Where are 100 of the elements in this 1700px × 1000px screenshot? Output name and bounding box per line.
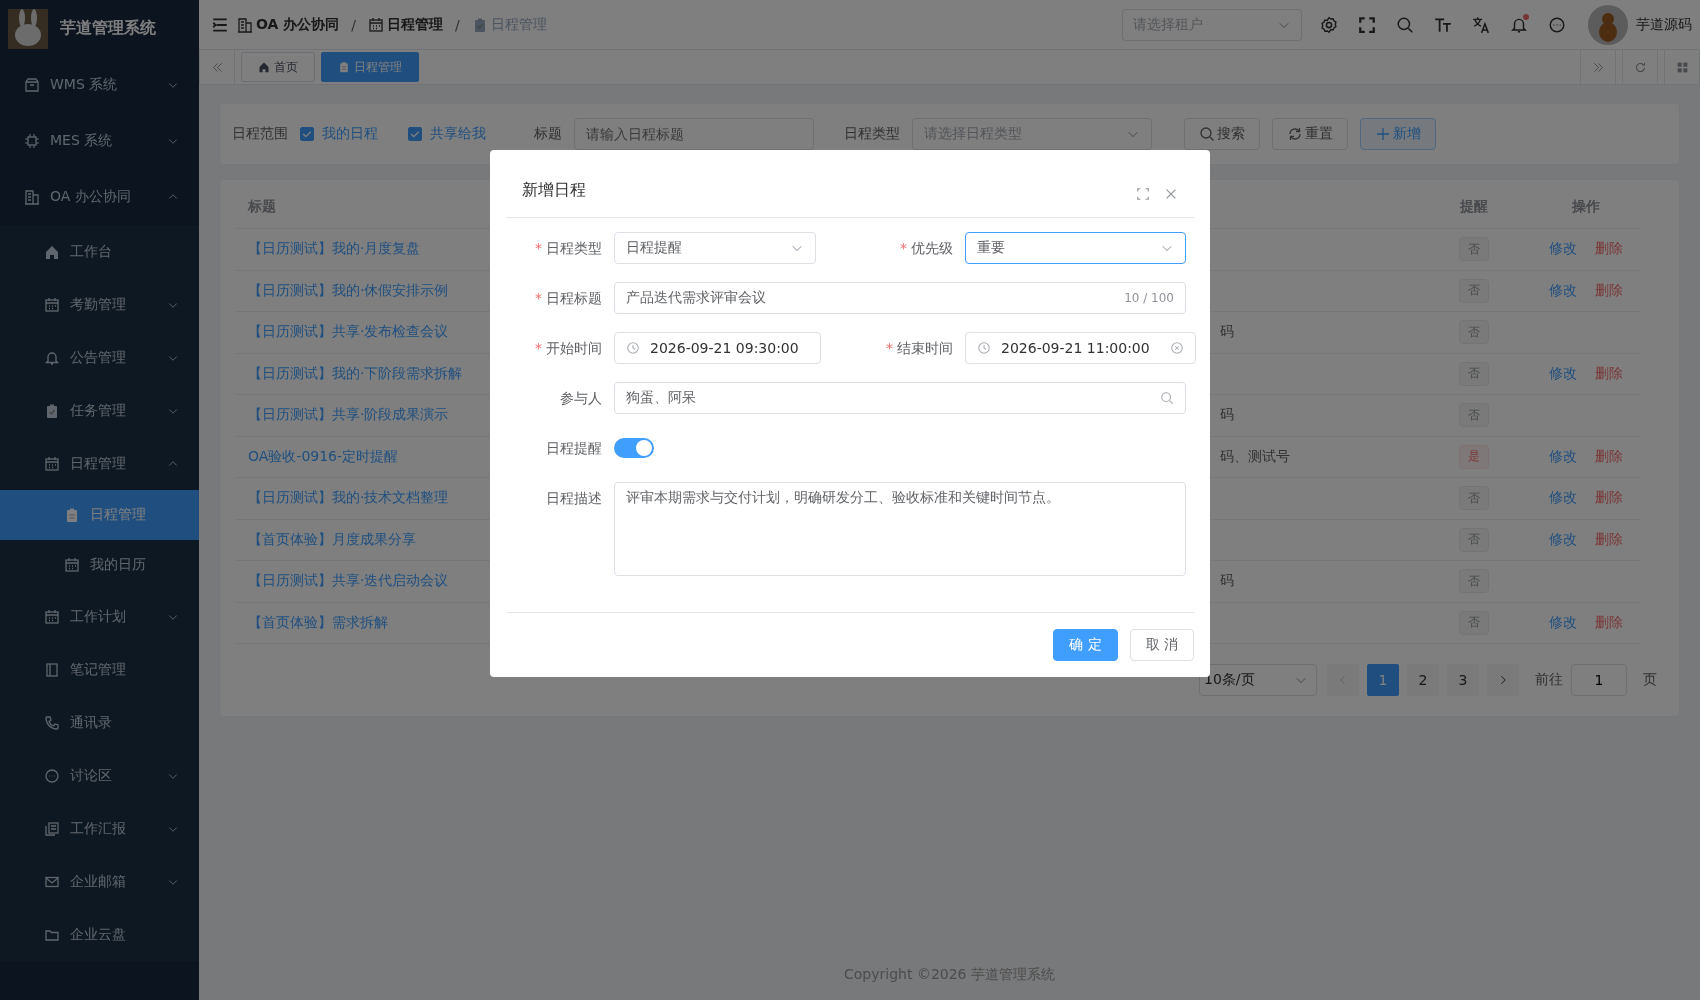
- search-icon: [1160, 391, 1174, 405]
- menu-item[interactable]: 工作台: [0, 225, 199, 278]
- page-input[interactable]: 1: [1571, 664, 1627, 696]
- maximize-button[interactable]: [1136, 187, 1150, 201]
- avatar[interactable]: [1588, 4, 1628, 45]
- datetime-field[interactable]: 2026-09-21 11:00:00: [965, 332, 1196, 364]
- schedule-link[interactable]: 【首页体验】月度成果分享: [248, 530, 416, 549]
- delete-link[interactable]: 删除: [1595, 281, 1623, 300]
- schedule-link[interactable]: 【日历测试】我的·技术文档整理: [248, 489, 449, 508]
- required-mark: *: [886, 339, 893, 358]
- add-button[interactable]: 新增: [1360, 118, 1436, 150]
- toggle-switch[interactable]: [614, 438, 654, 458]
- edit-link[interactable]: 修改: [1549, 281, 1577, 300]
- font-size-icon: [1434, 15, 1452, 34]
- delete-link[interactable]: 删除: [1595, 447, 1623, 466]
- menu-item[interactable]: 企业云盘: [0, 908, 199, 961]
- menu-item[interactable]: 公告管理: [0, 331, 199, 384]
- search-button[interactable]: 搜索: [1184, 118, 1260, 150]
- checkbox[interactable]: [408, 127, 422, 141]
- description-field[interactable]: 评审本期需求与交付计划，明确研发分工、验收标准和关键时间节点。: [614, 482, 1186, 576]
- menu-item[interactable]: 通讯录: [0, 696, 199, 749]
- home-icon: [258, 61, 270, 73]
- tab[interactable]: 首页: [241, 52, 315, 82]
- title-input[interactable]: 请输入日程标题: [574, 118, 814, 150]
- cancel-button[interactable]: 取 消: [1129, 629, 1194, 661]
- table-cell: 码: [1220, 572, 1234, 591]
- menu-item[interactable]: 考勤管理: [0, 278, 199, 331]
- datetime-field[interactable]: 2026-09-21 09:30:00: [614, 332, 821, 364]
- edit-link[interactable]: 修改: [1549, 447, 1577, 466]
- breadcrumb-item[interactable]: 日程管理: [367, 15, 443, 34]
- field-label: 参与人: [560, 389, 602, 408]
- menu-item[interactable]: WMS 系统: [0, 57, 199, 113]
- delete-link[interactable]: 删除: [1595, 364, 1623, 383]
- breadcrumb-item[interactable]: OA 办公协同: [237, 15, 340, 34]
- menu-item[interactable]: 工作汇报: [0, 802, 199, 855]
- schedule-link[interactable]: 【日历测试】我的·休假安排示例: [248, 281, 449, 300]
- field-label: 标题: [534, 125, 562, 143]
- settings-icon: [1320, 15, 1338, 34]
- schedule-link[interactable]: 【日历测试】共享·阶段成果演示: [248, 406, 449, 425]
- delete-link[interactable]: 删除: [1595, 240, 1623, 259]
- user-name[interactable]: 芋道源码: [1636, 15, 1692, 34]
- checkbox-label[interactable]: 我的日程: [322, 125, 378, 143]
- menu-item[interactable]: 笔记管理: [0, 643, 199, 696]
- required-mark: *: [535, 289, 542, 308]
- required-mark: *: [535, 239, 542, 258]
- edit-link[interactable]: 修改: [1549, 530, 1577, 549]
- checkbox-label[interactable]: 共享给我: [430, 125, 486, 143]
- participants-field[interactable]: 狗蛋、阿呆: [614, 382, 1186, 414]
- reset-icon: [1287, 126, 1303, 142]
- breadcrumb-separator: /: [454, 16, 460, 33]
- delete-link[interactable]: 删除: [1595, 489, 1623, 508]
- required-mark: *: [535, 339, 542, 358]
- field-label: 日程类型: [844, 125, 900, 143]
- menu-item[interactable]: 我的日历: [0, 540, 199, 590]
- schedule-link[interactable]: 【日历测试】共享·发布检查会议: [248, 323, 449, 342]
- menu-item[interactable]: MES 系统: [0, 113, 199, 169]
- edit-link[interactable]: 修改: [1549, 489, 1577, 508]
- plus-icon: [1375, 126, 1391, 142]
- schedule-link[interactable]: 【日历测试】我的·月度复盘: [248, 240, 421, 259]
- page-button[interactable]: 2: [1407, 664, 1439, 696]
- confirm-button[interactable]: 确 定: [1053, 629, 1118, 661]
- checkbox[interactable]: [300, 127, 314, 141]
- schedule-link[interactable]: OA验收-0916-定时提醒: [248, 447, 399, 466]
- goto-label: 前往: [1535, 671, 1563, 689]
- delete-link[interactable]: 删除: [1595, 530, 1623, 549]
- field-label: 结束时间: [897, 339, 953, 358]
- grid-icon: [1675, 60, 1689, 74]
- delete-link[interactable]: 删除: [1595, 613, 1623, 632]
- select-field[interactable]: 重要: [965, 232, 1186, 264]
- character-counter: 10 / 100: [1124, 291, 1174, 305]
- breadcrumb-icon: [367, 16, 384, 33]
- menu-item[interactable]: 日程管理: [0, 437, 199, 490]
- refresh-button[interactable]: [1622, 50, 1658, 84]
- field-label: 开始时间: [546, 339, 602, 358]
- menu-item[interactable]: 日程管理: [0, 490, 199, 540]
- clock-icon: [626, 341, 640, 355]
- double-chevron-left-icon: [210, 60, 224, 74]
- logo-icon: [8, 8, 48, 49]
- title-field[interactable]: 产品迭代需求评审会议 10 / 100: [614, 282, 1186, 314]
- select-field[interactable]: 日程提醒: [614, 232, 816, 264]
- menu-item[interactable]: 讨论区: [0, 749, 199, 802]
- breadcrumb-icon: [237, 16, 253, 33]
- tab-menu-button[interactable]: [1664, 50, 1700, 84]
- menu-item[interactable]: 工作计划: [0, 590, 199, 643]
- reset-button[interactable]: 重置: [1272, 118, 1348, 150]
- page-button[interactable]: 3: [1447, 664, 1479, 696]
- close-button[interactable]: [1164, 187, 1178, 201]
- required-mark: *: [900, 239, 907, 258]
- tab[interactable]: 日程管理: [321, 52, 419, 82]
- breadcrumb-separator: /: [351, 16, 356, 33]
- menu-item[interactable]: OA 办公协同: [0, 169, 199, 225]
- schedule-link[interactable]: 【日历测试】我的·下阶段需求拆解: [248, 364, 463, 383]
- edit-link[interactable]: 修改: [1549, 240, 1577, 259]
- page-button[interactable]: 1: [1367, 664, 1399, 696]
- menu-item[interactable]: 企业邮箱: [0, 855, 199, 908]
- schedule-link[interactable]: 【首页体验】需求拆解: [248, 613, 388, 632]
- edit-link[interactable]: 修改: [1549, 364, 1577, 383]
- edit-link[interactable]: 修改: [1549, 613, 1577, 632]
- schedule-link[interactable]: 【日历测试】共享·迭代启动会议: [248, 572, 449, 591]
- menu-item[interactable]: 任务管理: [0, 384, 199, 437]
